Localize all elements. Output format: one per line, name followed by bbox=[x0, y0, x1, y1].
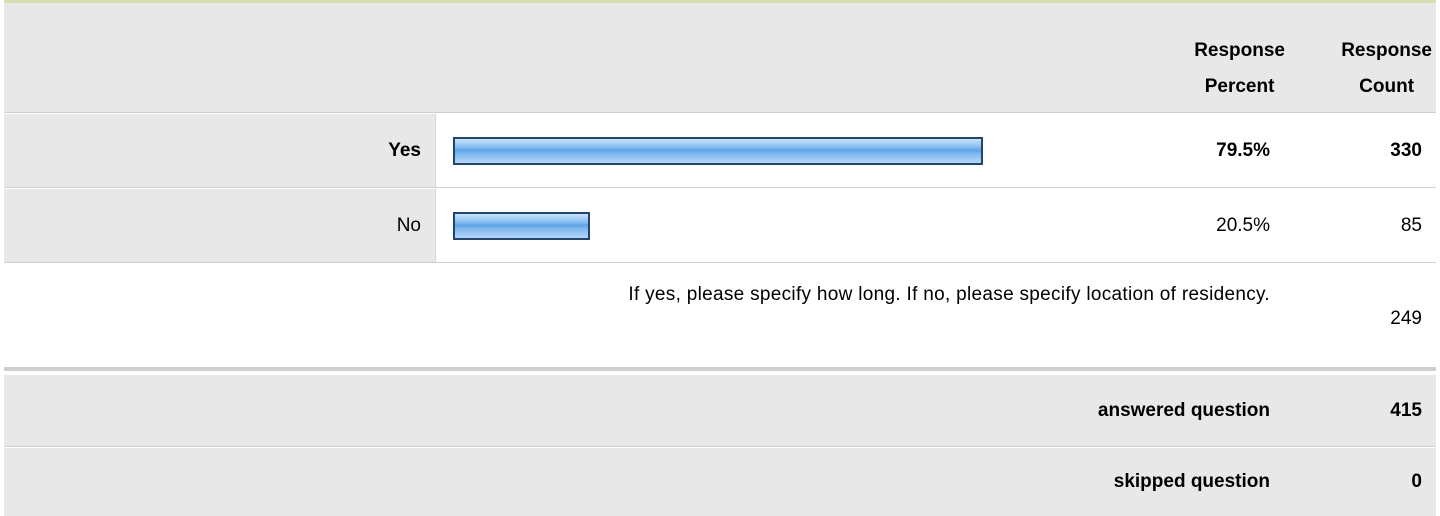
answered-question-label: answered question bbox=[1097, 399, 1270, 421]
option-label-cell: No bbox=[4, 189, 436, 262]
response-count-yes: 330 bbox=[1390, 139, 1422, 161]
option-label-cell: Yes bbox=[4, 114, 436, 187]
response-bar-no bbox=[453, 211, 590, 240]
skipped-question-count: 0 bbox=[1411, 471, 1422, 492]
table-header-row: Response Percent Response Count bbox=[4, 3, 1436, 113]
answered-question-count: 415 bbox=[1390, 399, 1422, 421]
open-ended-prompt[interactable]: If yes, please specify how long. If no, … bbox=[628, 284, 1270, 306]
option-label-no: No bbox=[396, 214, 421, 236]
response-percent-header: Response Percent bbox=[1194, 40, 1285, 97]
survey-results-table: Response Percent Response Count Yes 79.5… bbox=[4, 0, 1436, 516]
open-ended-count: 249 bbox=[1390, 308, 1422, 329]
table-row: No 20.5% 85 bbox=[4, 189, 1436, 263]
skipped-question-row: skipped question 0 bbox=[4, 448, 1436, 516]
open-ended-row: If yes, please specify how long. If no, … bbox=[4, 264, 1436, 371]
option-label-yes: Yes bbox=[388, 139, 421, 161]
skipped-question-label: skipped question bbox=[1113, 471, 1270, 492]
answered-question-row: answered question 415 bbox=[4, 375, 1436, 447]
response-percent-no: 20.5% bbox=[1216, 214, 1270, 236]
response-bar-yes bbox=[453, 136, 983, 165]
response-count-header: Response Count bbox=[1341, 40, 1432, 97]
table-row: Yes 79.5% 330 bbox=[4, 114, 1436, 188]
response-count-no: 85 bbox=[1400, 214, 1422, 236]
response-percent-yes: 79.5% bbox=[1216, 139, 1270, 161]
